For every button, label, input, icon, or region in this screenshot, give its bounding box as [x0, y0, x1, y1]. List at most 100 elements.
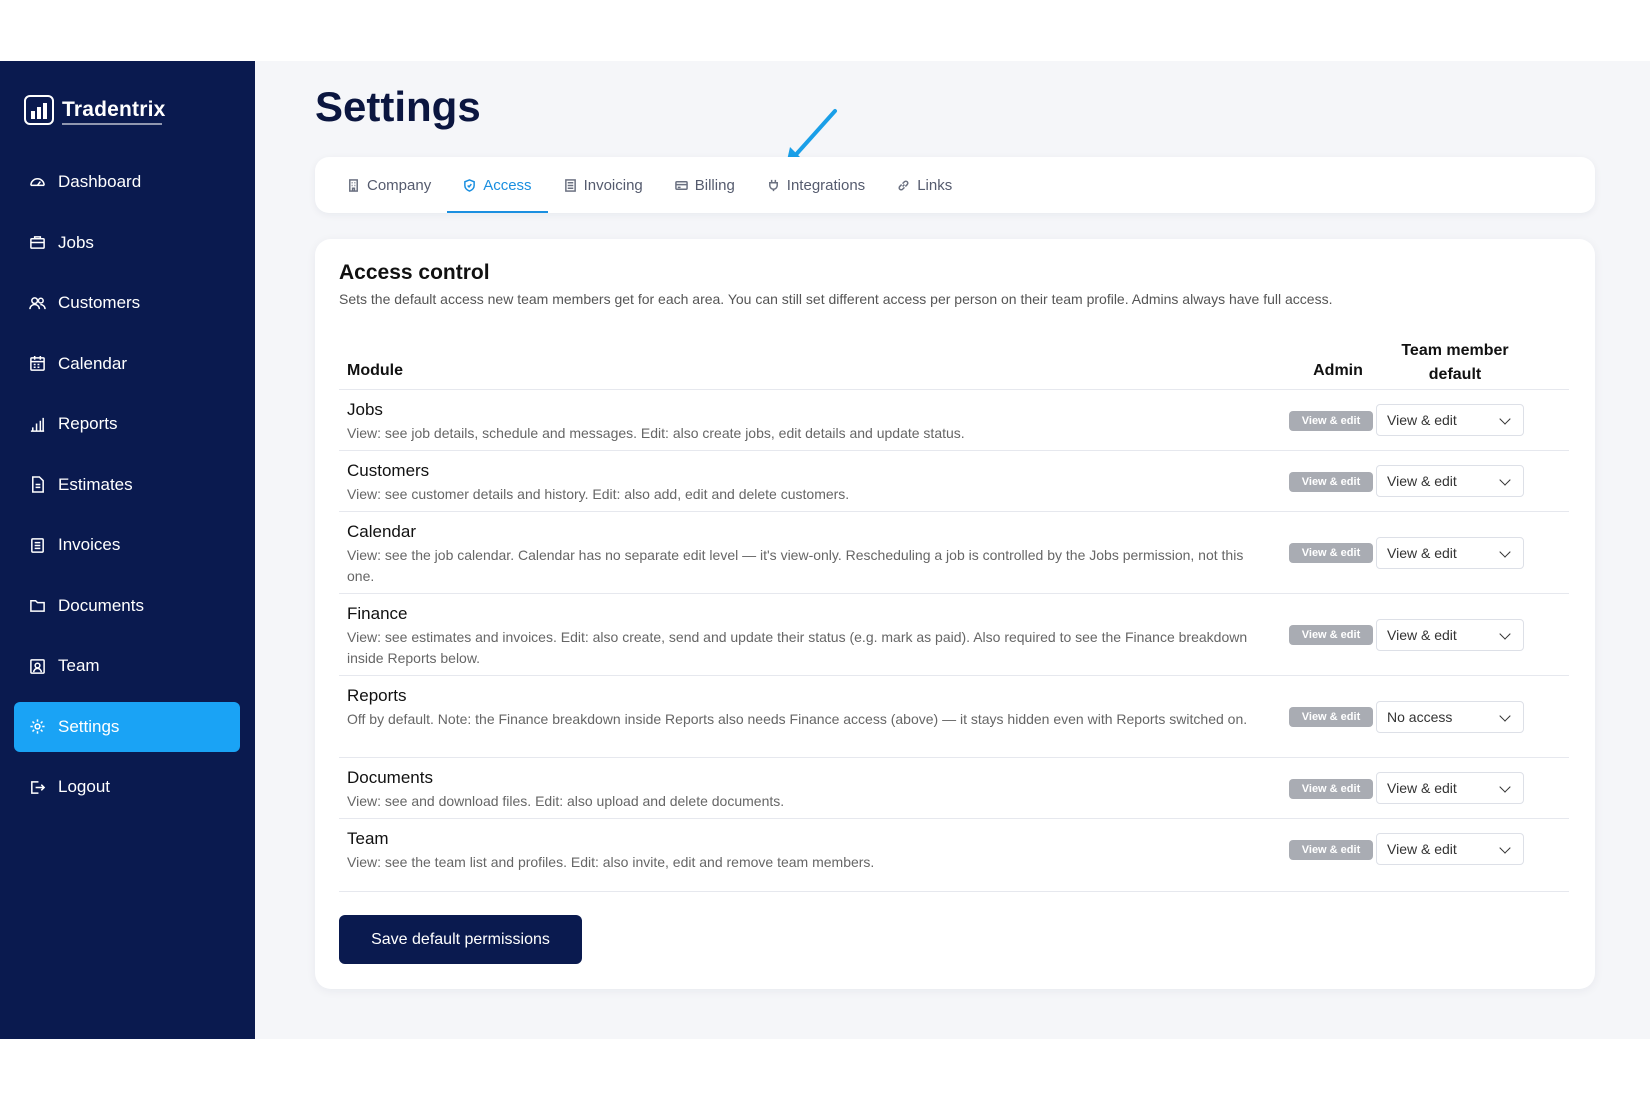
select-value: View & edit [1387, 545, 1457, 561]
tab-label: Access [483, 176, 532, 194]
column-header-team-line2: default [1428, 366, 1482, 383]
users-icon [28, 294, 46, 312]
tab-access[interactable]: Access [447, 157, 548, 213]
sidebar-item-label: Estimates [58, 474, 133, 494]
team-access-select[interactable]: View & edit [1376, 619, 1524, 651]
admin-access-badge: View & edit [1289, 543, 1373, 563]
settings-tabs: Company Access Invoicing Billing Integra… [315, 157, 1595, 213]
id-card-icon [28, 657, 46, 675]
sidebar-item-estimates[interactable]: Estimates [14, 460, 240, 510]
credit-card-icon [674, 179, 688, 192]
main-content: Settings Company Access Invoicing Billin… [255, 61, 1650, 1039]
admin-access-badge: View & edit [1289, 707, 1373, 727]
receipt-icon [28, 536, 46, 554]
chevron-down-icon [1499, 628, 1511, 640]
tab-integrations[interactable]: Integrations [751, 157, 881, 213]
tab-label: Integrations [786, 176, 866, 194]
module-description: View: see the job calendar. Calendar has… [347, 547, 1244, 584]
tab-label: Billing [694, 176, 735, 194]
module-name: Finance [347, 604, 408, 623]
tab-label: Invoicing [583, 176, 643, 194]
tab-invoicing[interactable]: Invoicing [548, 157, 659, 213]
module-name: Jobs [347, 400, 383, 419]
calendar-icon [28, 355, 46, 373]
sidebar-item-logout[interactable]: Logout [14, 762, 240, 812]
team-access-select[interactable]: No access [1376, 701, 1524, 733]
sidebar-item-label: Dashboard [58, 172, 142, 191]
sidebar-item-customers[interactable]: Customers [14, 278, 240, 328]
select-value: View & edit [1387, 473, 1457, 489]
sidebar-item-label: Invoices [58, 535, 121, 554]
team-access-select[interactable]: View & edit [1376, 772, 1524, 804]
select-value: View & edit [1387, 780, 1457, 796]
sidebar-item-label: Calendar [58, 353, 127, 373]
logout-icon [28, 778, 46, 796]
team-access-select[interactable]: View & edit [1376, 465, 1524, 497]
section-description: Sets the default access new team members… [339, 291, 1333, 307]
sidebar-item-jobs[interactable]: Jobs [14, 218, 240, 268]
chevron-down-icon [1499, 842, 1511, 854]
table-row: Documents View: see and download files. … [339, 757, 1569, 818]
briefcase-icon [28, 234, 46, 252]
sidebar-item-label: Documents [58, 595, 144, 615]
column-header-team-default: Team member default [1350, 339, 1560, 387]
sidebar-item-calendar[interactable]: Calendar [14, 339, 240, 389]
module-name: Documents [347, 768, 433, 787]
sidebar-item-label: Team [58, 656, 100, 675]
sidebar-nav: Dashboard Jobs Customers Calendar Report… [14, 157, 240, 823]
table-bottom-divider [339, 891, 1569, 892]
access-control-card: Access control Sets the default access n… [315, 239, 1595, 989]
module-description: Off by default. Note: the Finance breakd… [347, 711, 1248, 727]
admin-access-badge: View & edit [1289, 840, 1373, 860]
sidebar-item-dashboard[interactable]: Dashboard [14, 157, 240, 207]
chevron-down-icon [1499, 546, 1511, 558]
sidebar-item-label: Customers [58, 293, 141, 312]
sidebar-item-invoices[interactable]: Invoices [14, 520, 240, 570]
sidebar-item-reports[interactable]: Reports [14, 399, 240, 449]
file-icon [28, 476, 46, 494]
team-access-select[interactable]: View & edit [1376, 404, 1524, 436]
admin-access-badge: View & edit [1289, 472, 1373, 492]
app-window: Tradentrix Dashboard Jobs Customers Cale… [0, 61, 1650, 1039]
section-title: Access control [339, 261, 490, 284]
column-header-team-line1: Team member [1401, 342, 1509, 359]
sidebar-item-documents[interactable]: Documents [14, 581, 240, 631]
select-value: View & edit [1387, 412, 1457, 428]
chevron-down-icon [1499, 413, 1511, 425]
page-title: Settings [315, 83, 481, 130]
module-description: View: see job details, schedule and mess… [347, 425, 965, 441]
dashboard-icon [28, 173, 46, 191]
tab-company[interactable]: Company [331, 157, 447, 213]
module-name: Reports [347, 686, 407, 705]
select-value: View & edit [1387, 841, 1457, 857]
team-access-select[interactable]: View & edit [1376, 833, 1524, 865]
module-name: Team [347, 829, 389, 848]
select-value: No access [1387, 709, 1453, 725]
table-row: Calendar View: see the job calendar. Cal… [339, 511, 1569, 593]
save-default-permissions-button[interactable]: Save default permissions [339, 915, 582, 964]
team-access-select[interactable]: View & edit [1376, 537, 1524, 569]
sidebar-item-team[interactable]: Team [14, 641, 240, 691]
link-icon [897, 179, 910, 192]
module-description: View: see and download files. Edit: also… [347, 793, 785, 809]
module-description: View: see the team list and profiles. Ed… [347, 854, 875, 870]
gear-icon [28, 718, 46, 736]
module-description: View: see customer details and history. … [347, 486, 850, 502]
document-icon [564, 178, 577, 192]
sidebar-item-label: Jobs [58, 232, 94, 252]
table-row: Reports Off by default. Note: the Financ… [339, 675, 1569, 757]
tab-billing[interactable]: Billing [659, 157, 751, 213]
chevron-down-icon [1499, 781, 1511, 793]
tab-links[interactable]: Links [881, 157, 968, 213]
admin-access-badge: View & edit [1289, 779, 1373, 799]
table-row: Finance View: see estimates and invoices… [339, 593, 1569, 675]
column-header-module: Module [347, 362, 403, 379]
plug-icon [767, 179, 780, 192]
admin-access-badge: View & edit [1289, 625, 1373, 645]
chevron-down-icon [1499, 474, 1511, 486]
select-value: View & edit [1387, 627, 1457, 643]
logo[interactable]: Tradentrix [24, 95, 166, 125]
sidebar-item-label: Reports [58, 414, 118, 433]
sidebar-item-settings[interactable]: Settings [14, 701, 240, 752]
logo-icon [24, 95, 54, 125]
